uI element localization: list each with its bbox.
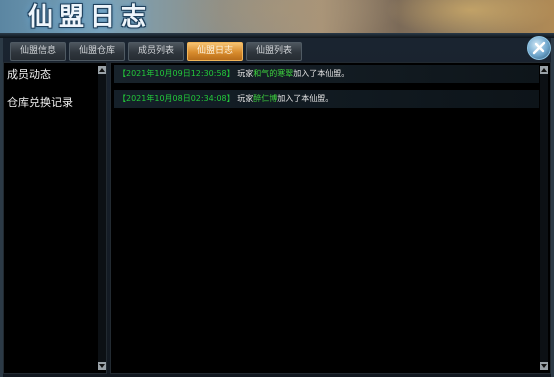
category-panel: 成员动态 仓库兑换记录 bbox=[3, 62, 107, 374]
tab-guild-info[interactable]: 仙盟信息 bbox=[10, 42, 66, 61]
scroll-down-button[interactable] bbox=[540, 362, 548, 370]
log-timestamp: 【2021年10月08日02:34:08】 bbox=[118, 94, 235, 103]
tab-guild-warehouse[interactable]: 仙盟仓库 bbox=[69, 42, 125, 61]
log-player-name[interactable]: 醉仁博 bbox=[253, 94, 277, 103]
sidebar-item-member-activity[interactable]: 成员动态 bbox=[7, 66, 51, 82]
scroll-down-icon bbox=[541, 364, 547, 368]
window-header: 仙盟日志 bbox=[0, 0, 554, 38]
log-text-prefix: 玩家 bbox=[237, 69, 254, 78]
sidebar-item-warehouse-exchange-log[interactable]: 仓库兑换记录 bbox=[7, 94, 73, 110]
scroll-up-icon bbox=[541, 68, 547, 72]
scroll-down-icon bbox=[99, 364, 105, 368]
tab-guild-list[interactable]: 仙盟列表 bbox=[246, 42, 302, 61]
log-entry: 【2021年10月08日02:34:08】 玩家醉仁博加入了本仙盟。 bbox=[114, 90, 539, 108]
category-scrollbar[interactable] bbox=[98, 66, 106, 370]
log-scrollbar[interactable] bbox=[540, 66, 548, 370]
scroll-down-button[interactable] bbox=[98, 362, 106, 370]
log-timestamp: 【2021年10月09日12:30:58】 bbox=[118, 69, 235, 78]
close-button[interactable] bbox=[527, 36, 551, 60]
tab-member-list[interactable]: 成员列表 bbox=[128, 42, 184, 61]
close-icon bbox=[532, 41, 546, 55]
tab-bar: 仙盟信息 仙盟仓库 成员列表 仙盟日志 仙盟列表 bbox=[10, 42, 302, 61]
log-player-name[interactable]: 和气的寒翠 bbox=[253, 69, 293, 78]
log-text-suffix: 加入了本仙盟。 bbox=[293, 69, 350, 78]
log-text-suffix: 加入了本仙盟。 bbox=[277, 94, 334, 103]
scroll-up-button[interactable] bbox=[98, 66, 106, 74]
guild-log-window: 仙盟日志 仙盟信息 仙盟仓库 成员列表 仙盟日志 仙盟列表 成员动态 仓库兑换记… bbox=[0, 0, 554, 377]
log-entry: 【2021年10月09日12:30:58】 玩家和气的寒翠加入了本仙盟。 bbox=[114, 65, 539, 83]
scroll-up-icon bbox=[99, 68, 105, 72]
scroll-up-button[interactable] bbox=[540, 66, 548, 74]
log-panel: 【2021年10月09日12:30:58】 玩家和气的寒翠加入了本仙盟。 【20… bbox=[110, 62, 551, 374]
tab-guild-log[interactable]: 仙盟日志 bbox=[187, 42, 243, 61]
window-title: 仙盟日志 bbox=[28, 2, 153, 31]
log-text-prefix: 玩家 bbox=[237, 94, 254, 103]
